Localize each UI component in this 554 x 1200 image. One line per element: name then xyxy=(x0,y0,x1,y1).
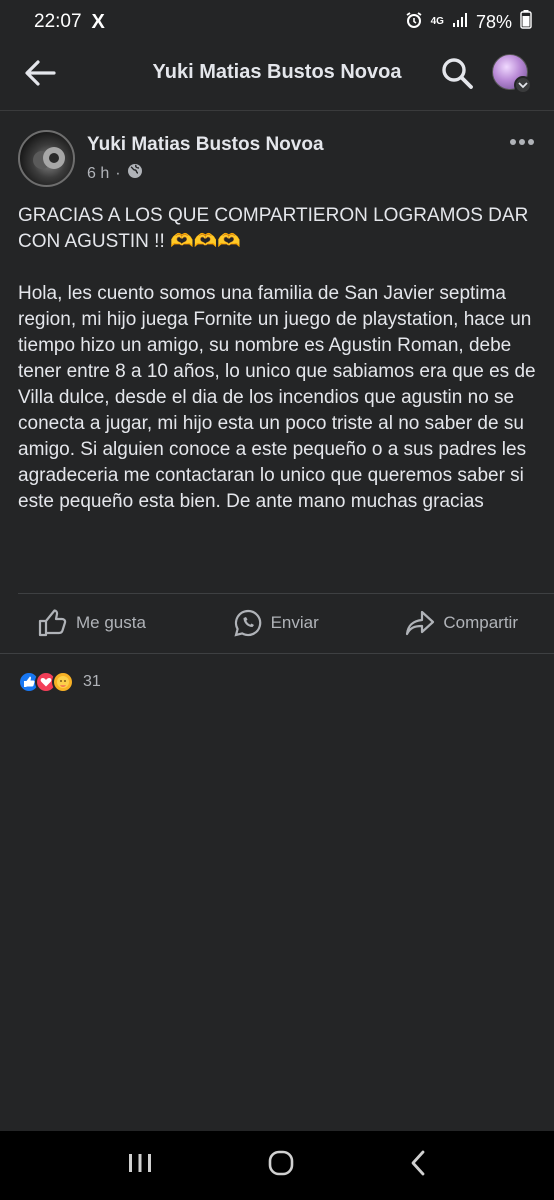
reactions-summary[interactable]: 31 xyxy=(18,671,101,693)
network-type: 4G xyxy=(430,16,444,27)
meta-separator: · xyxy=(115,164,121,182)
alarm-icon xyxy=(405,11,423,34)
home-icon xyxy=(268,1150,294,1176)
recent-apps-button[interactable] xyxy=(127,1152,153,1179)
reaction-count: 31 xyxy=(83,673,101,690)
battery-icon xyxy=(520,10,532,34)
home-button[interactable] xyxy=(268,1150,294,1181)
post-author-name[interactable]: Yuki Matias Bustos Novoa xyxy=(87,134,324,156)
header-divider xyxy=(0,110,554,111)
chevron-left-icon xyxy=(411,1150,425,1176)
like-button[interactable]: Me gusta xyxy=(38,609,146,637)
profile-button[interactable] xyxy=(492,54,532,94)
post-actions: Me gusta Enviar Compartir xyxy=(0,600,554,646)
thumbs-up-icon xyxy=(38,609,67,637)
post-time[interactable]: 6 h xyxy=(87,165,109,183)
clock: 22:07 xyxy=(34,11,82,32)
whatsapp-icon xyxy=(234,609,261,637)
chevron-down-icon xyxy=(514,76,532,94)
ellipsis-icon xyxy=(510,139,534,145)
actions-divider-top xyxy=(18,593,554,594)
like-label: Me gusta xyxy=(76,613,146,632)
status-left: 22:07 X xyxy=(34,11,105,34)
share-button[interactable]: Compartir xyxy=(405,610,518,636)
actions-divider-bottom xyxy=(0,653,554,654)
system-nav-bar xyxy=(0,1131,554,1200)
send-label: Enviar xyxy=(270,613,319,632)
recents-icon xyxy=(129,1154,152,1172)
post-text: GRACIAS A LOS QUE COMPARTIERON LOGRAMOS … xyxy=(18,205,536,512)
author-avatar[interactable] xyxy=(18,130,75,187)
app-header: Yuki Matias Bustos Novoa xyxy=(0,44,554,102)
battery-percent: 78% xyxy=(475,11,512,32)
signal-icon xyxy=(452,12,468,33)
globe-icon xyxy=(127,163,143,184)
x-app-icon: X xyxy=(91,10,105,33)
status-bar: 22:07 X 4G 78% xyxy=(0,0,554,44)
share-label: Compartir xyxy=(443,613,518,632)
share-icon xyxy=(406,610,435,636)
care-reaction-icon xyxy=(52,671,74,693)
search-button[interactable] xyxy=(440,56,474,90)
send-button[interactable]: Enviar xyxy=(233,608,319,638)
post-meta: 6 h · xyxy=(87,163,143,184)
more-options-button[interactable] xyxy=(508,134,536,150)
search-icon xyxy=(442,58,473,89)
status-right: 4G 78% xyxy=(405,10,532,34)
back-nav-button[interactable] xyxy=(409,1150,427,1181)
